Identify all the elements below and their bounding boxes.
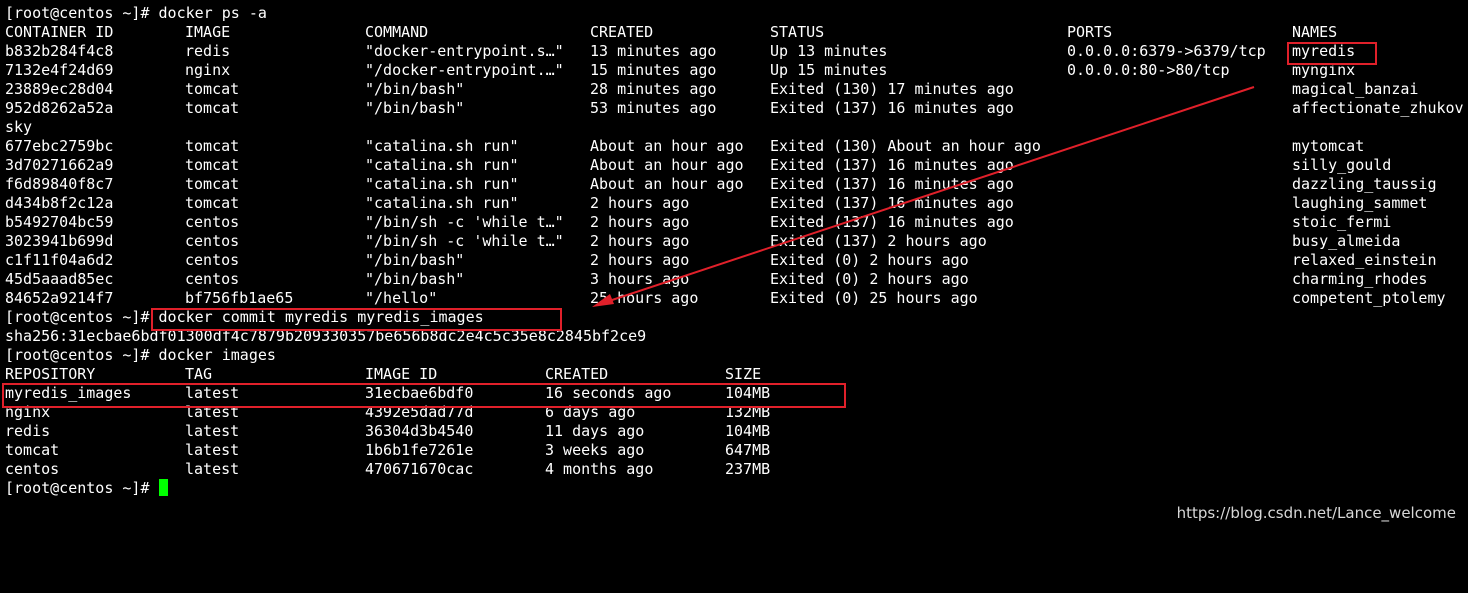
annotation-arrow — [592, 86, 1255, 307]
arrow-line — [596, 86, 1255, 306]
watermark-text: https://blog.csdn.net/Lance_welcome — [1176, 504, 1456, 522]
terminal-window[interactable]: [root@centos ~]# docker ps -a CONTAINER … — [0, 0, 1468, 534]
arrow-head — [592, 294, 614, 307]
